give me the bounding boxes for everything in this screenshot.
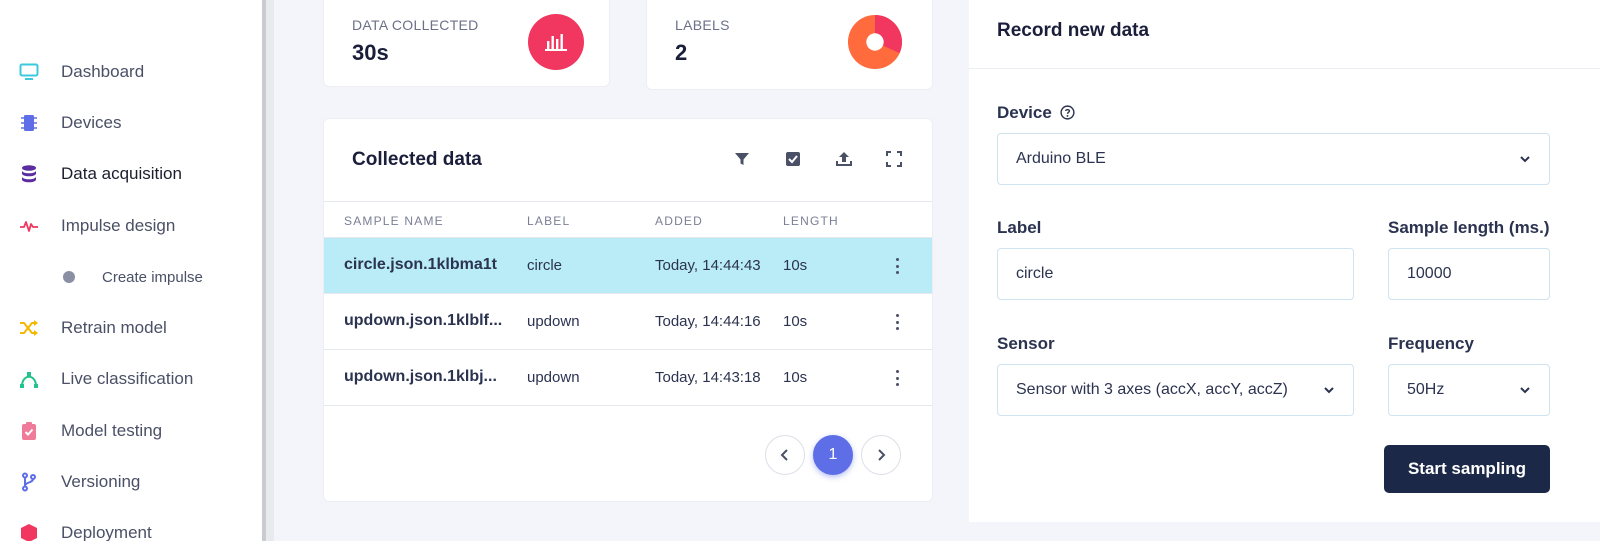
- shuffle-icon: [18, 317, 40, 339]
- sidebar-item-model-testing[interactable]: Model testing: [0, 411, 262, 451]
- table-row[interactable]: updown.json.1klbj... updown Today, 14:43…: [324, 350, 932, 406]
- stat-card-labels: LABELS 2: [646, 0, 933, 90]
- database-icon: [18, 163, 40, 185]
- chevron-left-icon: [780, 449, 788, 461]
- record-new-data-panel: Record new data Device Arduino BLE Label…: [969, 0, 1600, 522]
- sidebar-item-live-classification[interactable]: Live classification: [0, 359, 262, 399]
- label-field-label: Label: [997, 218, 1042, 237]
- label-input-value: circle: [1016, 265, 1054, 282]
- fullscreen-icon[interactable]: [884, 149, 904, 169]
- stat-label: DATA COLLECTED: [352, 17, 479, 33]
- device-field-label: Device: [997, 103, 1075, 123]
- sidebar-item-versioning[interactable]: Versioning: [0, 462, 262, 502]
- sensor-select-value: Sensor with 3 axes (accX, accY, accZ): [1016, 381, 1288, 398]
- device-select-value: Arduino BLE: [1016, 150, 1106, 167]
- branch-icon: [18, 471, 40, 493]
- table-header: SAMPLE NAME LABEL ADDED LENGTH: [324, 201, 932, 238]
- sidebar-item-label: Dashboard: [61, 62, 145, 81]
- collected-data-title: Collected data: [352, 149, 482, 170]
- chip-icon: [18, 112, 40, 134]
- frequency-select[interactable]: 50Hz: [1388, 364, 1550, 416]
- frequency-field-label: Frequency: [1388, 334, 1474, 353]
- collected-data-card: Collected data SAMPLE NAME LABEL ADDED L…: [323, 118, 933, 502]
- table-row[interactable]: circle.json.1klbma1t circle Today, 14:44…: [324, 238, 932, 294]
- checkbox-icon[interactable]: [783, 149, 803, 169]
- sidebar-item-data-acquisition[interactable]: Data acquisition: [0, 154, 262, 194]
- sidebar-item-label: Create impulse: [102, 268, 203, 286]
- sample-label: updown: [527, 369, 580, 386]
- next-page-button[interactable]: [861, 435, 901, 475]
- more-options-icon[interactable]: [894, 312, 900, 332]
- chevron-down-icon: [1324, 387, 1334, 394]
- sidebar: Dashboard Devices Data acquisition Impul…: [0, 0, 262, 541]
- sidebar-item-label: Live classification: [61, 369, 194, 388]
- sample-added: Today, 14:44:43: [655, 257, 761, 274]
- sidebar-item-dashboard[interactable]: Dashboard: [0, 52, 262, 92]
- help-icon[interactable]: [1059, 105, 1075, 120]
- sample-length: 10s: [783, 313, 808, 330]
- clipboard-check-icon: [18, 420, 40, 442]
- chevron-right-icon: [878, 449, 886, 461]
- sidebar-item-label: Model testing: [61, 421, 163, 440]
- frequency-select-value: 50Hz: [1407, 381, 1445, 398]
- sample-name[interactable]: circle.json.1klbma1t: [344, 256, 497, 274]
- stat-value: 2: [675, 40, 688, 65]
- sample-label: updown: [527, 313, 580, 330]
- chevron-down-icon: [1520, 156, 1530, 163]
- sample-label: circle: [527, 257, 563, 274]
- sample-name[interactable]: updown.json.1klbj...: [344, 368, 497, 386]
- sidebar-resize-handle[interactable]: [262, 0, 274, 541]
- pie-chart-icon: [847, 14, 903, 70]
- sidebar-item-retrain-model[interactable]: Retrain model: [0, 308, 262, 348]
- divider: [969, 68, 1600, 69]
- column-header-length[interactable]: LENGTH: [783, 214, 839, 228]
- sensor-field-label: Sensor: [997, 334, 1055, 353]
- device-select[interactable]: Arduino BLE: [997, 133, 1550, 185]
- sample-name[interactable]: updown.json.1klblf...: [344, 312, 502, 330]
- sidebar-item-label: Devices: [61, 113, 122, 132]
- dot-icon: [63, 271, 75, 283]
- sample-length: 10s: [783, 369, 808, 386]
- box-icon: [18, 522, 40, 541]
- bezier-icon: [18, 368, 40, 390]
- monitor-icon: [18, 61, 40, 83]
- record-panel-title: Record new data: [997, 20, 1150, 41]
- start-sampling-button[interactable]: Start sampling: [1384, 445, 1550, 493]
- page-number-button[interactable]: 1: [813, 435, 853, 475]
- sidebar-item-label: Impulse design: [61, 216, 176, 235]
- sample-added: Today, 14:44:16: [655, 313, 761, 330]
- chevron-down-icon: [1520, 387, 1530, 394]
- sidebar-item-create-impulse[interactable]: Create impulse: [0, 257, 262, 297]
- upload-icon[interactable]: [834, 149, 854, 169]
- column-header-label[interactable]: LABEL: [527, 214, 570, 228]
- column-header-sample-name[interactable]: SAMPLE NAME: [344, 214, 444, 228]
- sample-added: Today, 14:43:18: [655, 369, 761, 386]
- previous-page-button[interactable]: [765, 435, 805, 475]
- more-options-icon[interactable]: [894, 256, 900, 276]
- label-input[interactable]: circle: [997, 248, 1354, 300]
- sidebar-item-label: Versioning: [61, 472, 141, 491]
- sidebar-item-deployment[interactable]: Deployment: [0, 513, 262, 541]
- stat-value: 30s: [352, 40, 389, 65]
- sidebar-item-label: Retrain model: [61, 318, 167, 337]
- pulse-icon: [18, 215, 40, 237]
- sidebar-item-label: Data acquisition: [61, 164, 182, 183]
- sidebar-item-label: Deployment: [61, 523, 152, 541]
- sample-length-input[interactable]: 10000: [1388, 248, 1550, 300]
- table-row[interactable]: updown.json.1klblf... updown Today, 14:4…: [324, 294, 932, 350]
- filter-icon[interactable]: [732, 149, 752, 169]
- stat-card-data-collected: DATA COLLECTED 30s: [323, 0, 610, 87]
- sidebar-item-impulse-design[interactable]: Impulse design: [0, 206, 262, 246]
- sample-length-value: 10000: [1407, 265, 1452, 282]
- sensor-select[interactable]: Sensor with 3 axes (accX, accY, accZ): [997, 364, 1354, 416]
- more-options-icon[interactable]: [894, 368, 900, 388]
- sample-length: 10s: [783, 257, 808, 274]
- stat-label: LABELS: [675, 17, 730, 33]
- sidebar-item-devices[interactable]: Devices: [0, 103, 262, 143]
- column-header-added[interactable]: ADDED: [655, 214, 703, 228]
- bar-chart-icon: [528, 14, 584, 70]
- sample-length-label: Sample length (ms.): [1388, 218, 1550, 237]
